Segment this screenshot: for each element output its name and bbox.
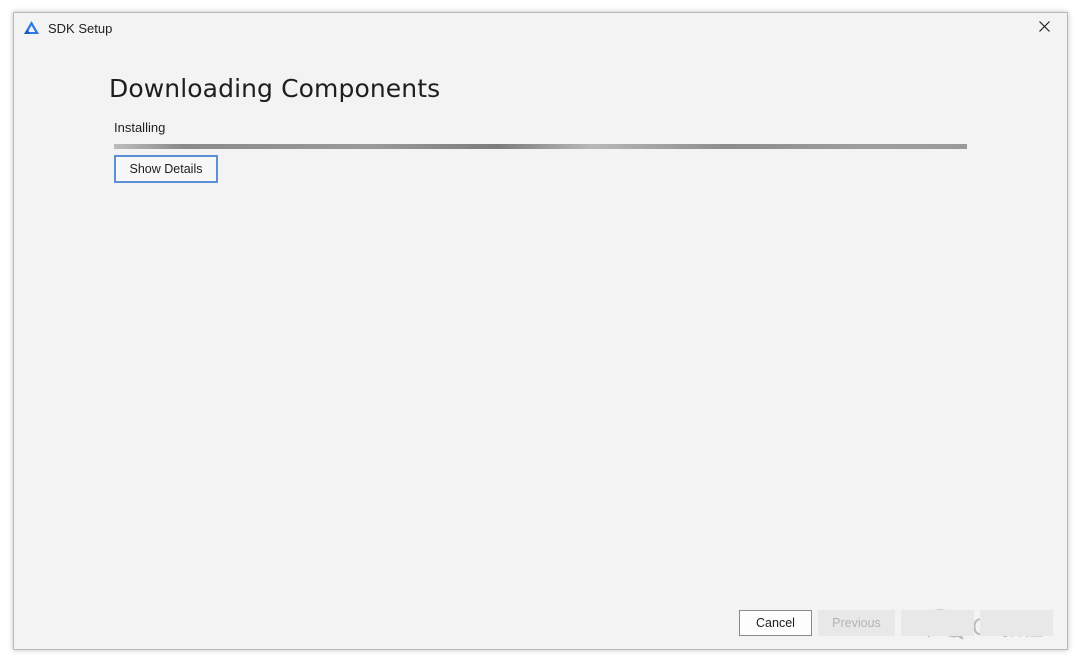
cancel-button[interactable]: Cancel [739, 610, 812, 636]
close-icon [1038, 19, 1050, 37]
close-button[interactable] [1021, 13, 1067, 43]
show-details-button[interactable]: Show Details [114, 155, 218, 183]
window-title: SDK Setup [48, 21, 113, 36]
sdk-setup-window: SDK Setup Downloading Components Install… [13, 12, 1068, 650]
harmony-triangle-icon [23, 20, 40, 36]
next-button[interactable] [901, 610, 974, 636]
finish-button[interactable] [980, 610, 1053, 636]
title-bar: SDK Setup [14, 13, 1067, 43]
status-label: Installing [114, 120, 166, 135]
previous-button[interactable]: Previous [818, 610, 895, 636]
page-title: Downloading Components [109, 74, 441, 103]
progress-bar-fill [114, 144, 967, 149]
progress-bar [114, 144, 967, 149]
